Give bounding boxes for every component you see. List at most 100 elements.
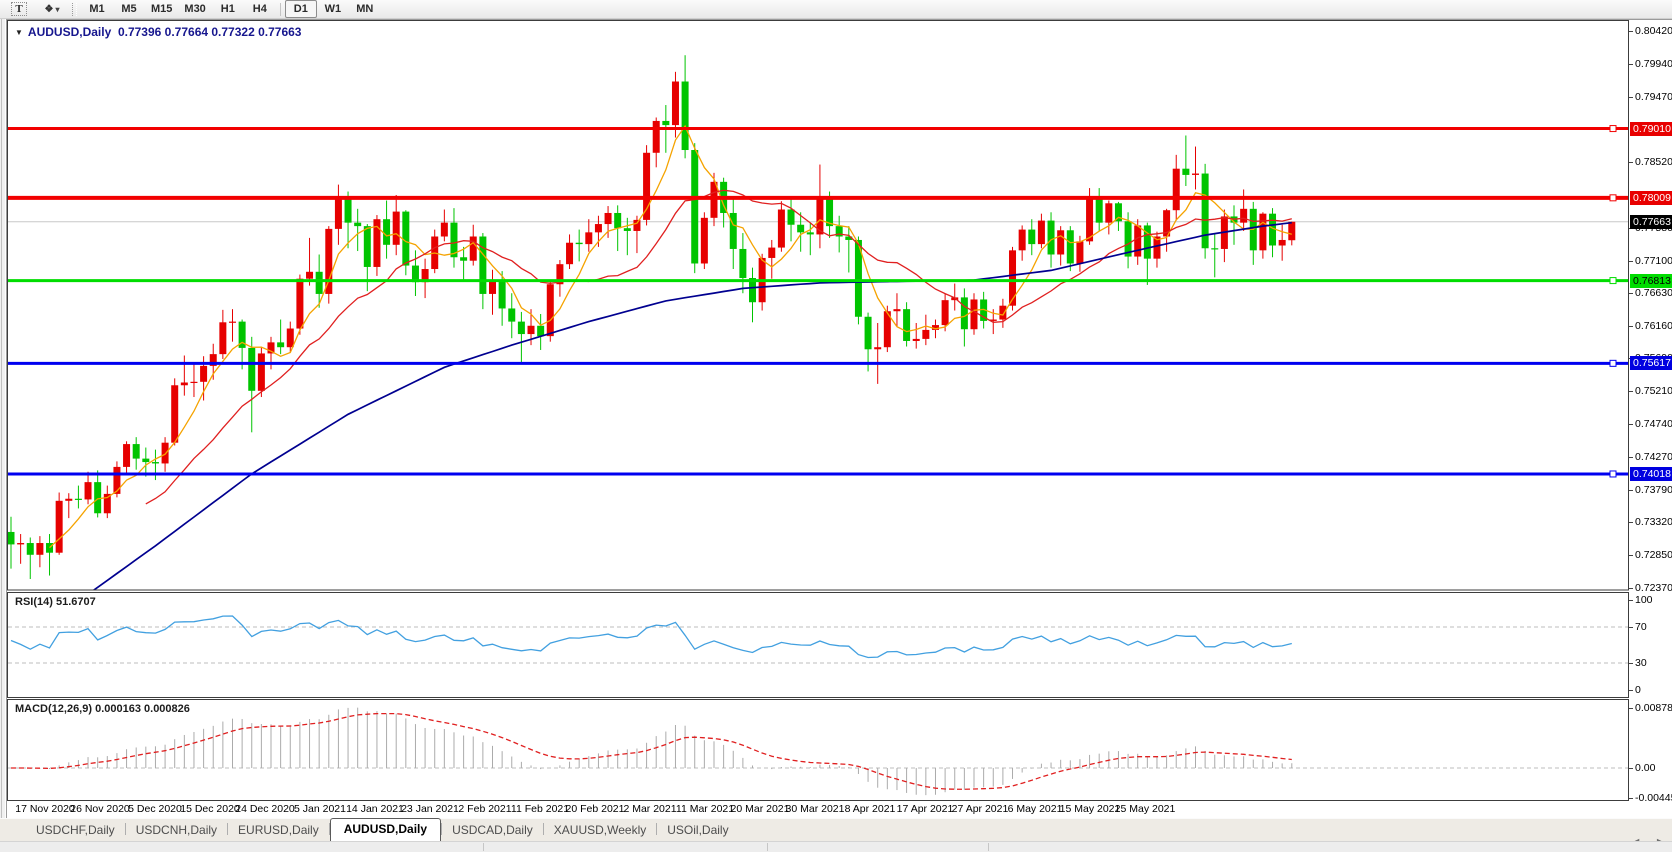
axis-tick (1629, 690, 1633, 691)
toolbar-grip (72, 3, 77, 16)
axis-tick (1629, 31, 1633, 32)
price-axis[interactable]: 0.804200.799400.794700.785200.775800.771… (1629, 20, 1672, 801)
axis-tick (1629, 708, 1633, 709)
date-tick-label: 25 May 2021 (1115, 803, 1176, 815)
tab-audusd[interactable]: AUDUSD,Daily (330, 818, 441, 841)
chevron-down-icon: ▼ (15, 28, 23, 37)
date-axis[interactable]: 17 Nov 202026 Nov 20205 Dec 202015 Dec 2… (7, 801, 1629, 819)
date-tick-label: 24 Dec 2020 (235, 803, 295, 815)
chart-ohlc-values: 0.77396 0.77664 0.77322 0.77663 (118, 25, 302, 39)
date-tick-label: 2 Mar 2021 (623, 803, 676, 815)
tab-usoil[interactable]: USOil,Daily (657, 820, 738, 841)
tab-xauusd[interactable]: XAUUSD,Weekly (544, 820, 656, 841)
timeframe-button-m5[interactable]: M5 (113, 0, 145, 18)
price-tick-label: 0.74270 (1635, 451, 1672, 463)
timeframe-button-m1[interactable]: M1 (81, 0, 113, 18)
axis-tick (1629, 522, 1633, 523)
date-tick-label: 17 Apr 2021 (897, 803, 954, 815)
macd-indicator-label: MACD(12,26,9) 0.000163 0.000826 (15, 703, 190, 715)
timeframe-button-w1[interactable]: W1 (317, 0, 349, 18)
date-tick-label: 15 May 2021 (1060, 803, 1121, 815)
price-level-badge: 0.74018 (1630, 467, 1672, 481)
price-tick-label: 0.77100 (1635, 255, 1672, 267)
axis-tick (1629, 97, 1633, 98)
symbols-tool-icon: ❖ (45, 4, 54, 15)
tab-usdchf[interactable]: USDCHF,Daily (26, 820, 125, 841)
rsi-indicator-label: RSI(14) 51.6707 (15, 596, 96, 608)
axis-tick (1629, 798, 1633, 799)
axis-tick (1629, 588, 1633, 589)
timeframe-button-h4[interactable]: H4 (244, 0, 276, 18)
chart-title: ▼ AUDUSD,Daily 0.77396 0.77664 0.77322 0.… (15, 25, 301, 39)
statusbar-separator (483, 843, 484, 851)
axis-tick (1629, 457, 1633, 458)
tab-usdcad[interactable]: USDCAD,Daily (442, 820, 543, 841)
text-tool-icon: T (11, 2, 26, 16)
rsi-tick-label: 70 (1635, 621, 1647, 633)
price-tick-label: 0.78520 (1635, 156, 1672, 168)
date-tick-label: 11 Mar 2021 (676, 803, 734, 815)
axis-tick (1629, 768, 1633, 769)
axis-tick (1629, 162, 1633, 163)
text-tool-button[interactable]: T (3, 0, 35, 18)
axis-tick (1629, 261, 1633, 262)
date-tick-label: 15 Dec 2020 (180, 803, 240, 815)
price-tick-label: 0.75210 (1635, 385, 1672, 397)
timeframe-button-m30[interactable]: M30 (178, 0, 211, 18)
date-tick-label: 30 Mar 2021 (786, 803, 845, 815)
symbols-tool-button[interactable]: ❖ ▾ (36, 0, 68, 18)
axis-tick (1629, 326, 1633, 327)
timeframe-button-mn[interactable]: MN (349, 0, 381, 18)
axis-tick (1629, 64, 1633, 65)
macd-tick-label: 0.008782 (1635, 702, 1672, 714)
date-tick-label: 27 Apr 2021 (952, 803, 1009, 815)
axis-tick (1629, 555, 1633, 556)
timeframe-button-d1[interactable]: D1 (285, 0, 317, 18)
timeframe-button-h1[interactable]: H1 (212, 0, 244, 18)
statusbar-separator (767, 843, 768, 851)
axis-tick (1629, 663, 1633, 664)
price-tick-label: 0.76160 (1635, 320, 1672, 332)
axis-tick (1629, 424, 1633, 425)
price-level-badge: 0.77663 (1630, 215, 1672, 229)
date-tick-label: 20 Mar 2021 (731, 803, 790, 815)
macd-tick-label: -0.004455 (1635, 792, 1672, 804)
timeframe-buttons: M1M5M15M30H1H4 D1W1MN (81, 0, 381, 18)
rsi-tick-label: 30 (1635, 657, 1647, 669)
symbol-tab-bar: USDCHF,DailyUSDCNH,DailyEURUSD,DailyAUDU… (0, 818, 1672, 841)
price-level-badge: 0.79010 (1630, 122, 1672, 136)
date-tick-label: 6 May 2021 (1008, 803, 1063, 815)
tab-usdcnh[interactable]: USDCNH,Daily (126, 820, 227, 841)
price-tick-label: 0.80420 (1635, 25, 1672, 37)
timeframe-button-m15[interactable]: M15 (145, 0, 178, 18)
date-tick-label: 5 Jan 2021 (294, 803, 346, 815)
date-tick-label: 23 Jan 2021 (401, 803, 459, 815)
date-tick-label: 11 Feb 2021 (511, 803, 569, 815)
price-tick-label: 0.73790 (1635, 484, 1672, 496)
statusbar-separator (988, 843, 989, 851)
axis-tick (1629, 391, 1633, 392)
chart-window: ▼ AUDUSD,Daily 0.77396 0.77664 0.77322 0.… (6, 19, 1672, 818)
rsi-tick-label: 0 (1635, 684, 1641, 696)
chart-canvas[interactable] (7, 20, 1629, 801)
axis-tick (1629, 627, 1633, 628)
date-tick-label: 26 Nov 2020 (70, 803, 130, 815)
axis-tick (1629, 293, 1633, 294)
date-tick-label: 5 Dec 2020 (128, 803, 182, 815)
date-tick-label: 8 Apr 2021 (845, 803, 896, 815)
chevron-down-icon: ▾ (55, 5, 59, 14)
price-tick-label: 0.79940 (1635, 58, 1672, 70)
date-tick-label: 14 Jan 2021 (346, 803, 404, 815)
date-tick-label: 17 Nov 2020 (15, 803, 75, 815)
price-tick-label: 0.73320 (1635, 516, 1672, 528)
tab-eurusd[interactable]: EURUSD,Daily (228, 820, 329, 841)
axis-tick (1629, 490, 1633, 491)
date-tick-label: 2 Feb 2021 (458, 803, 511, 815)
price-tick-label: 0.74740 (1635, 418, 1672, 430)
chart-symbol-label: AUDUSD,Daily (28, 25, 111, 39)
axis-tick (1629, 600, 1633, 601)
price-tick-label: 0.72370 (1635, 582, 1672, 594)
price-level-badge: 0.76813 (1630, 274, 1672, 288)
price-level-badge: 0.75617 (1630, 356, 1672, 370)
macd-tick-label: 0.00 (1635, 762, 1655, 774)
